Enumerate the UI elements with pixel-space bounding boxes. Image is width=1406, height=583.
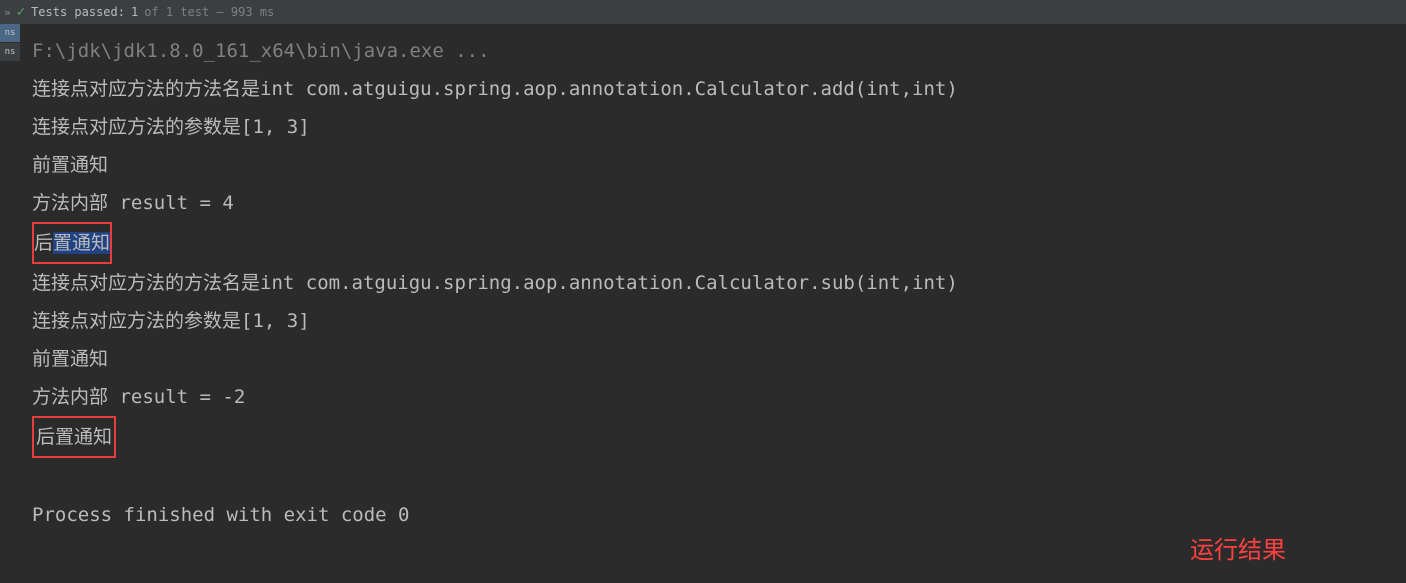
console-text: 后 [34,232,53,254]
expand-arrows-icon[interactable]: » [4,6,11,19]
console-line: 连接点对应方法的参数是[1, 3] [32,302,1394,340]
console-line: 前置通知 [32,340,1394,378]
console-line: 前置通知 [32,146,1394,184]
console-selection: 置通知 [53,232,110,254]
console-line: 连接点对应方法的方法名是int com.atguigu.spring.aop.a… [32,70,1394,108]
tests-detail: of 1 test – 993 ms [144,5,274,19]
annotation-label: 运行结果 [1190,530,1286,565]
blank-line [32,458,1394,496]
side-tab-1[interactable]: ns [0,24,20,43]
console-line: 连接点对应方法的方法名是int com.atguigu.spring.aop.a… [32,264,1394,302]
tests-passed-label: Tests passed: [31,5,125,19]
tests-passed-count: 1 [131,5,138,19]
console-text: 后置通知 [32,416,116,458]
console-line: 方法内部 result = -2 [32,378,1394,416]
console-exec-line: F:\jdk\jdk1.8.0_161_x64\bin\java.exe ... [32,32,1394,70]
console-exit-line: Process finished with exit code 0 [32,496,1394,534]
console-line: 连接点对应方法的参数是[1, 3] [32,108,1394,146]
check-icon: ✓ [17,4,25,20]
console-line-highlighted-1: 后置通知 [32,222,1394,264]
test-toolbar: » ✓ Tests passed: 1 of 1 test – 993 ms [0,0,1406,24]
side-tabs: ns ns [0,24,20,62]
console-line: 方法内部 result = 4 [32,184,1394,222]
console-output[interactable]: F:\jdk\jdk1.8.0_161_x64\bin\java.exe ...… [20,24,1406,583]
side-tab-2[interactable]: ns [0,43,20,62]
console-line-highlighted-2: 后置通知 [32,416,1394,458]
